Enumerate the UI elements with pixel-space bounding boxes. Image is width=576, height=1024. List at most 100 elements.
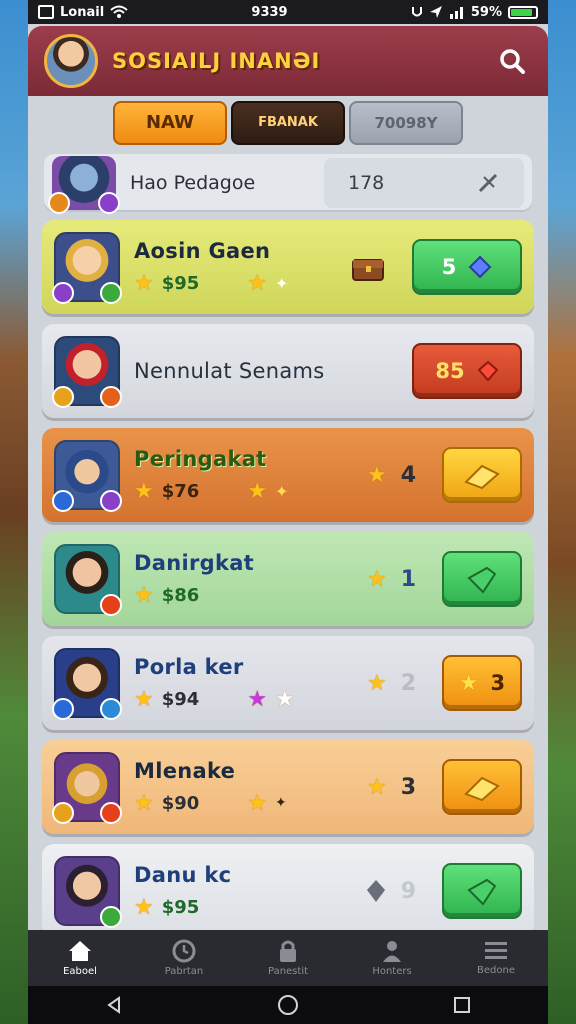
player-list: Aosin Gaen ★ $95 ★ ✦ 5 Nennulat Senams 8… xyxy=(42,220,534,938)
player-name: Danu kc xyxy=(134,862,232,887)
nav-hunters[interactable]: Honters xyxy=(347,939,437,977)
character-avatar xyxy=(52,336,122,408)
nav-menu[interactable]: Bedone xyxy=(451,940,541,976)
search-button[interactable] xyxy=(492,41,532,81)
star-icon: ★ xyxy=(134,582,154,608)
level-badge-icon xyxy=(52,386,74,408)
tab-bar: NAW FBANAK 70098Y xyxy=(28,96,548,146)
player-name: Danirgkat xyxy=(134,550,255,575)
nav-label: Eaboel xyxy=(63,966,97,977)
rank-number: 4 xyxy=(400,462,416,488)
list-item[interactable]: Porla ker ★ $94 ★ ★ ★ 2 ★ 3 xyxy=(42,636,534,730)
star-icon: ★ xyxy=(134,894,154,920)
player-score: $94 xyxy=(161,688,200,710)
spark-icon: ✦ xyxy=(275,273,289,293)
character-avatar xyxy=(52,648,122,720)
battery-percent: 59% xyxy=(470,4,502,20)
ruby-button[interactable]: 85 xyxy=(412,343,522,399)
nav-timer[interactable]: Pabrtan xyxy=(139,939,229,977)
player-score: $95 xyxy=(161,272,200,294)
spark-icon: ✦ xyxy=(275,795,287,811)
emerald-icon xyxy=(467,878,497,906)
player-count-box: 178 xyxy=(324,158,524,208)
level-badge-icon xyxy=(100,282,122,304)
spark-icon: ✦ xyxy=(275,481,289,501)
nav-locked[interactable]: Panestit xyxy=(243,939,333,977)
character-avatar xyxy=(54,856,122,928)
gold-button[interactable] xyxy=(442,447,522,503)
battery-icon xyxy=(508,5,538,19)
gem-button[interactable]: 5 xyxy=(412,239,522,295)
list-item[interactable]: Aosin Gaen ★ $95 ★ ✦ 5 xyxy=(42,220,534,314)
star-icon: ★ xyxy=(275,686,295,712)
rank-number: 9 xyxy=(400,878,416,904)
star-icon: ★ xyxy=(247,790,268,816)
character-avatar xyxy=(52,232,122,304)
class-badge-icon xyxy=(100,386,122,408)
app-header: SOSIAILJ INANƏI xyxy=(28,26,548,96)
class-badge-icon xyxy=(100,906,122,928)
level-badge-icon xyxy=(52,802,74,824)
star-icon: ★ xyxy=(458,670,479,696)
gold-bar-icon xyxy=(464,776,500,802)
app-window: Lonail 9339 59% SOSIAILJ INANƏI NAW FBAN… xyxy=(28,0,548,1024)
class-badge-icon xyxy=(100,698,122,720)
profile-avatar[interactable] xyxy=(44,34,98,88)
alarm-icon xyxy=(411,7,422,17)
class-badge-icon xyxy=(100,594,122,616)
bottom-navigation: Eaboel Pabrtan Panestit Honters Bedone xyxy=(28,930,548,986)
list-item[interactable]: Danirgkat ★ $86 ★ 1 xyxy=(42,532,534,626)
list-item[interactable]: Danu kc ★ $95 9 xyxy=(42,844,534,938)
class-badge-icon xyxy=(100,490,122,512)
level-badge-icon xyxy=(48,192,70,214)
tab-new[interactable]: NAW xyxy=(113,101,227,145)
level-badge-icon xyxy=(52,698,74,720)
star-icon: ★ xyxy=(134,686,154,712)
ruby-count: 85 xyxy=(435,359,465,383)
player-name: Porla ker xyxy=(134,654,244,679)
tab-friends[interactable]: FBANAK xyxy=(231,101,345,145)
class-badge-icon xyxy=(98,192,120,214)
list-item[interactable]: Mlenake ★ $90 ★ ✦ ★ 3 xyxy=(42,740,534,834)
character-avatar xyxy=(54,544,122,616)
green-gem-button[interactable] xyxy=(442,863,522,919)
carrier-label: Lonail xyxy=(60,4,105,20)
gem-icon xyxy=(468,255,492,279)
emerald-icon xyxy=(467,566,497,594)
gold-bar-icon xyxy=(464,464,500,490)
home-circle-icon[interactable] xyxy=(277,994,299,1016)
menu-icon xyxy=(485,942,507,959)
star-icon: ★ xyxy=(134,478,154,504)
search-result-row[interactable]: Hao Pedagoe 178 xyxy=(44,154,532,214)
player-score: $86 xyxy=(161,584,200,606)
character-avatar xyxy=(48,156,120,214)
wifi-icon xyxy=(110,5,128,18)
green-gem-button[interactable] xyxy=(442,551,522,607)
list-item[interactable]: Peringakat ★ $76 ★ ✦ ★ 4 xyxy=(42,428,534,522)
nav-home[interactable]: Eaboel xyxy=(35,939,125,977)
star-icon: ★ xyxy=(366,670,387,696)
search-icon xyxy=(500,49,525,74)
app-icon xyxy=(38,5,54,19)
gold-button[interactable] xyxy=(442,759,522,815)
recents-icon[interactable] xyxy=(453,996,471,1014)
star-button[interactable]: ★ 3 xyxy=(442,655,522,711)
player-name: Nennulat Senams xyxy=(134,359,325,383)
star-icon: ★ xyxy=(247,478,268,504)
player-score: $95 xyxy=(161,896,200,918)
rank-number: 3 xyxy=(400,774,416,800)
star-icon: ★ xyxy=(366,774,387,800)
ruby-icon xyxy=(477,360,499,382)
star-icon: ★ xyxy=(366,462,387,488)
back-icon[interactable] xyxy=(105,996,123,1014)
nav-label: Bedone xyxy=(477,965,515,976)
character-avatar xyxy=(52,752,122,824)
list-item[interactable]: Nennulat Senams 85 xyxy=(42,324,534,418)
character-avatar xyxy=(52,440,122,512)
gem-count: 5 xyxy=(441,255,457,279)
star-icon: ★ xyxy=(247,686,268,712)
close-icon[interactable] xyxy=(476,171,500,195)
gem-icon xyxy=(366,880,385,902)
tab-other[interactable]: 70098Y xyxy=(349,101,463,145)
star-icon: ★ xyxy=(366,566,387,592)
